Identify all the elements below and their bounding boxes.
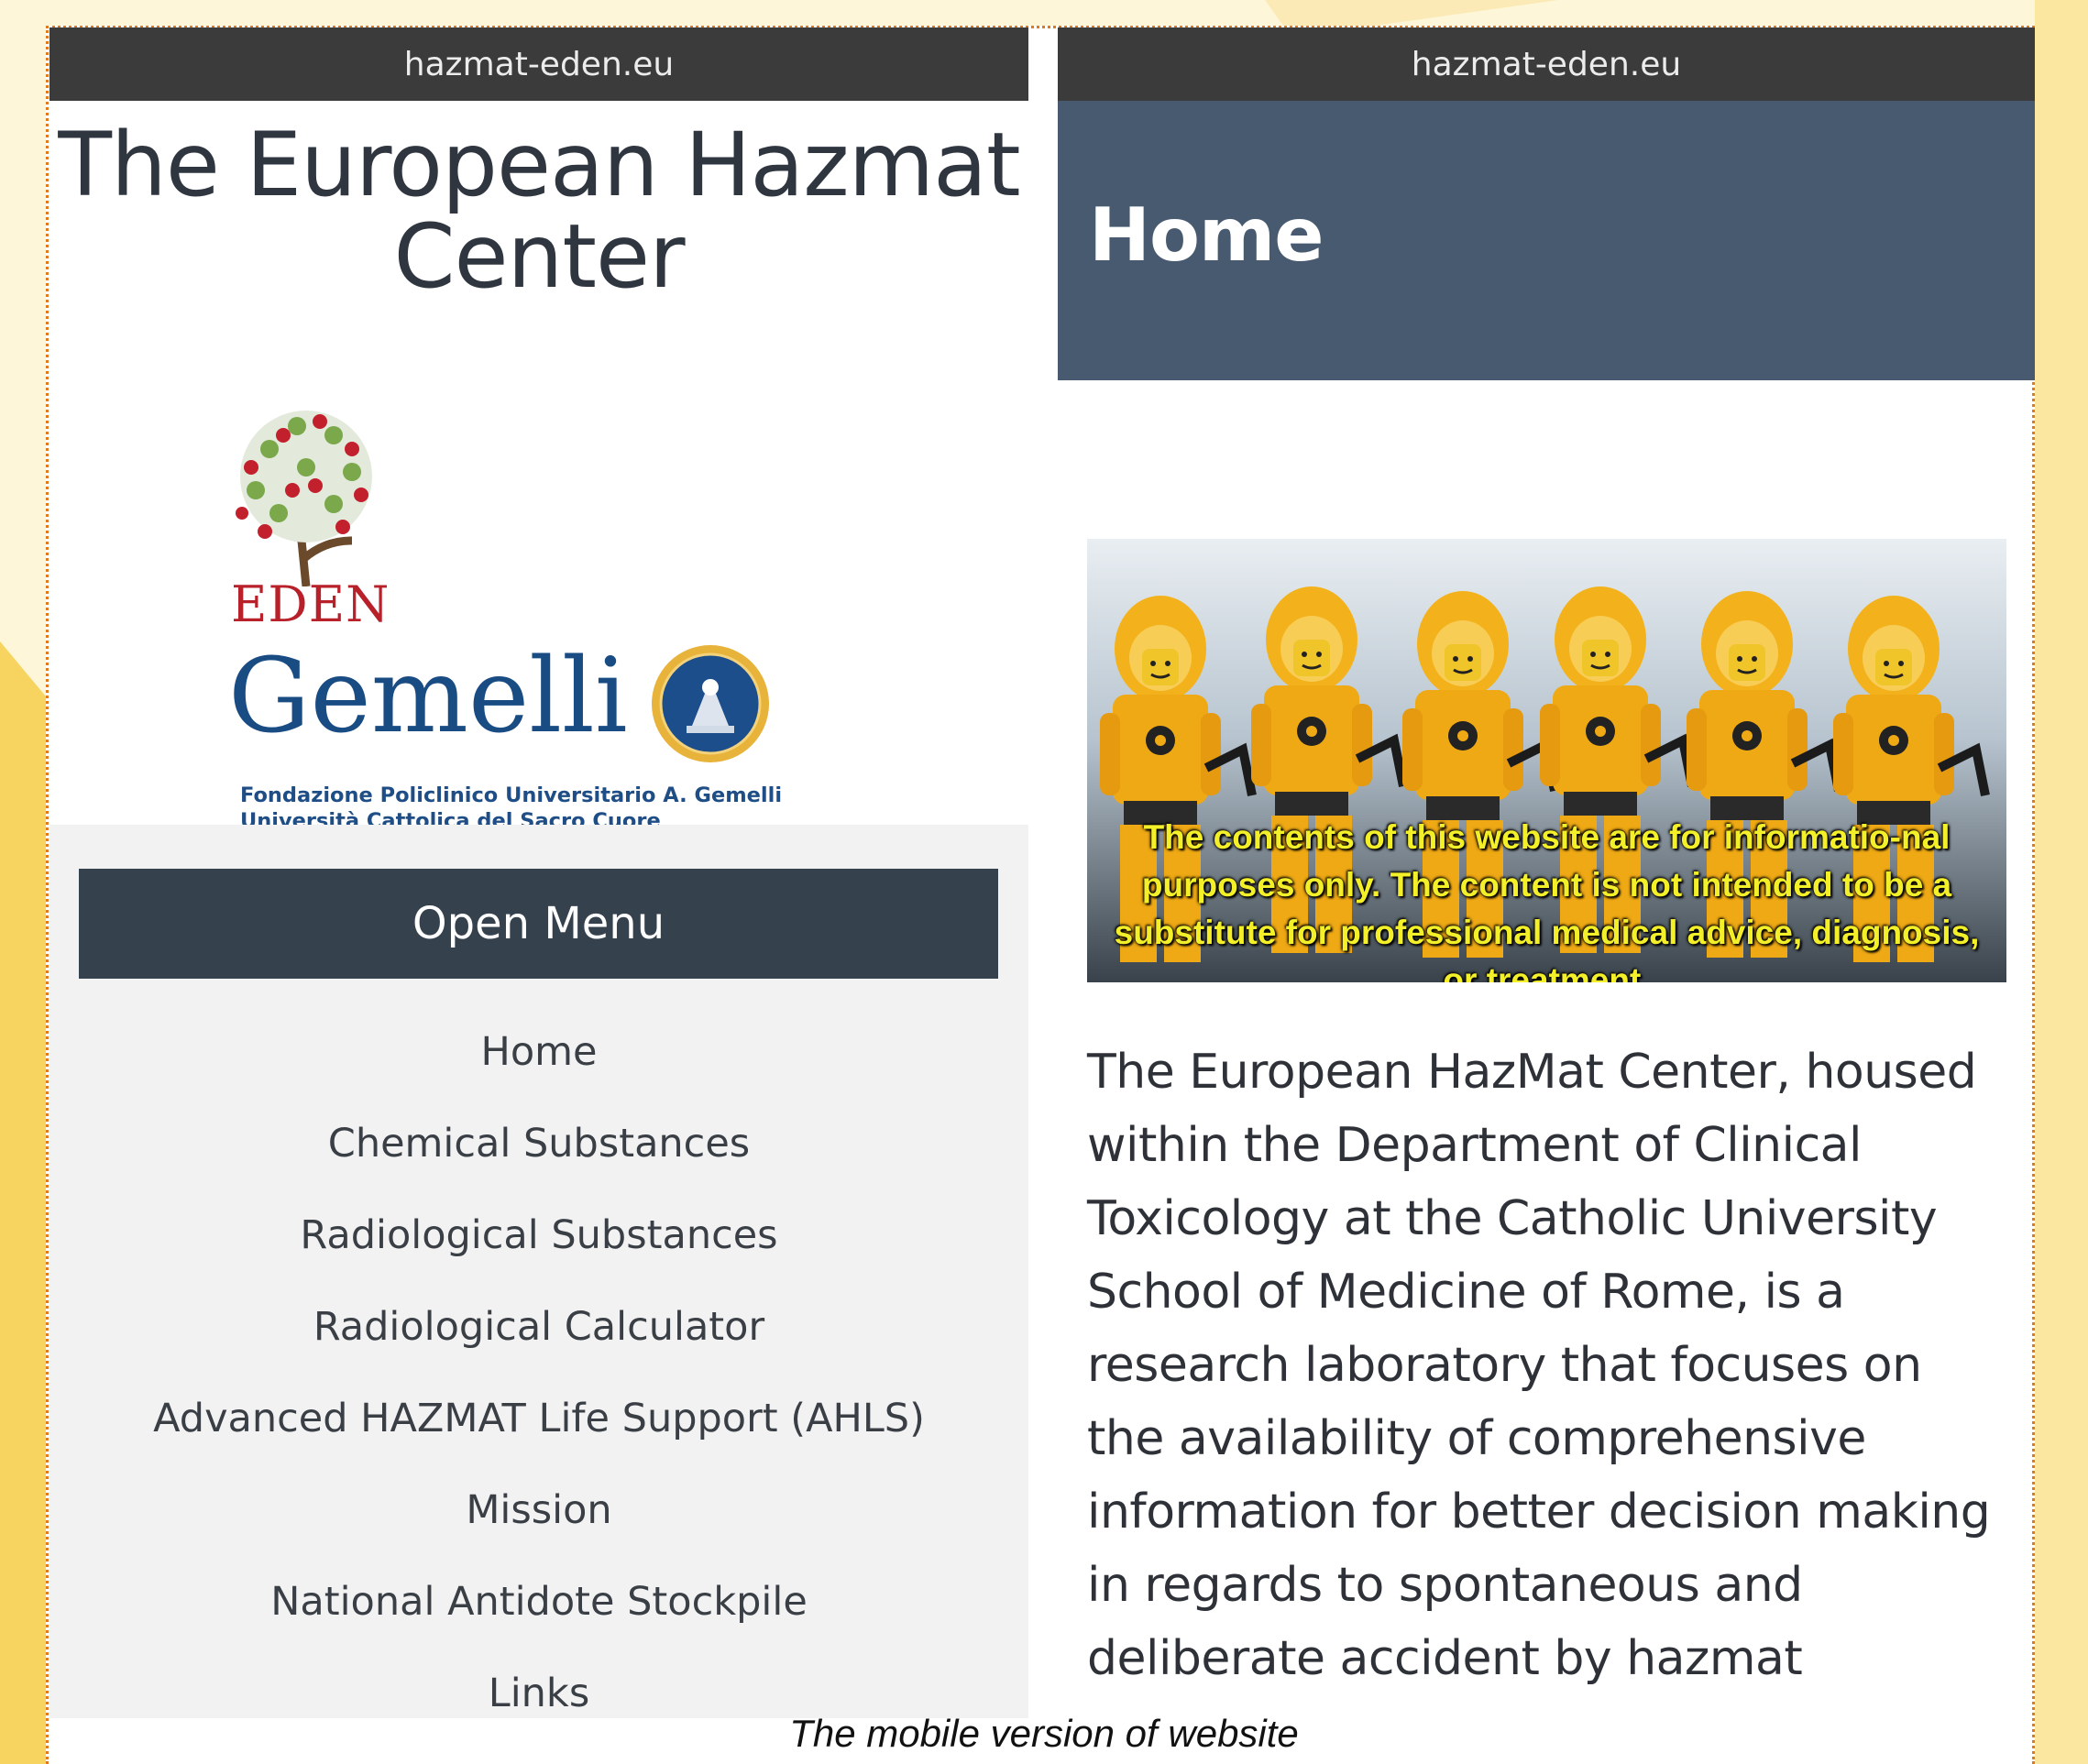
menu-item-radiological-substances[interactable]: Radiological Substances [49, 1180, 1028, 1272]
mobile-screen-home: hazmat-eden.eu Home The contents of this… [1058, 27, 2035, 1718]
address-bar[interactable]: hazmat-eden.eu [1058, 27, 2035, 101]
page-header: Home [1058, 101, 2035, 380]
disclaimer-caption: The contents of this website are for inf… [1114, 818, 1980, 982]
menu-item-mission[interactable]: Mission [49, 1455, 1028, 1547]
menu-item-radiological-calculator[interactable]: Radiological Calculator [49, 1272, 1028, 1364]
site-title: The European Hazmat Center [58, 114, 1020, 308]
partner-logos: EDEN Gemelli Fondazione Policlinico Univ… [159, 394, 801, 843]
page-heading: Home [1089, 192, 1324, 278]
menu-item-home[interactable]: Home [49, 997, 1028, 1089]
mobile-screen-menu: hazmat-eden.eu The European Hazmat Cente… [49, 27, 1028, 1718]
menu-item-chemical-substances[interactable]: Chemical Substances [49, 1089, 1028, 1180]
menu-item-antidote-stockpile[interactable]: National Antidote Stockpile [49, 1547, 1028, 1638]
figure-caption: The mobile version of website [789, 1712, 1299, 1755]
open-menu-button[interactable]: Open Menu [79, 869, 998, 979]
menu-item-ahls[interactable]: Advanced HAZMAT Life Support (AHLS) [49, 1364, 1028, 1455]
fondazione-line-1: Fondazione Policlinico Universitario A. … [240, 783, 783, 807]
intro-paragraph: The European HazMat Center, housed withi… [1087, 1045, 1991, 1686]
nav-menu: Home Chemical Substances Radiological Su… [49, 997, 1028, 1730]
hero-image: The contents of this website are for inf… [1087, 539, 2006, 982]
address-bar[interactable]: hazmat-eden.eu [49, 27, 1028, 101]
eden-tree-logo [236, 411, 372, 586]
university-seal-icon [652, 645, 769, 762]
gemelli-logo-text: Gemelli [228, 637, 628, 756]
eden-logo-text: EDEN [231, 575, 390, 633]
